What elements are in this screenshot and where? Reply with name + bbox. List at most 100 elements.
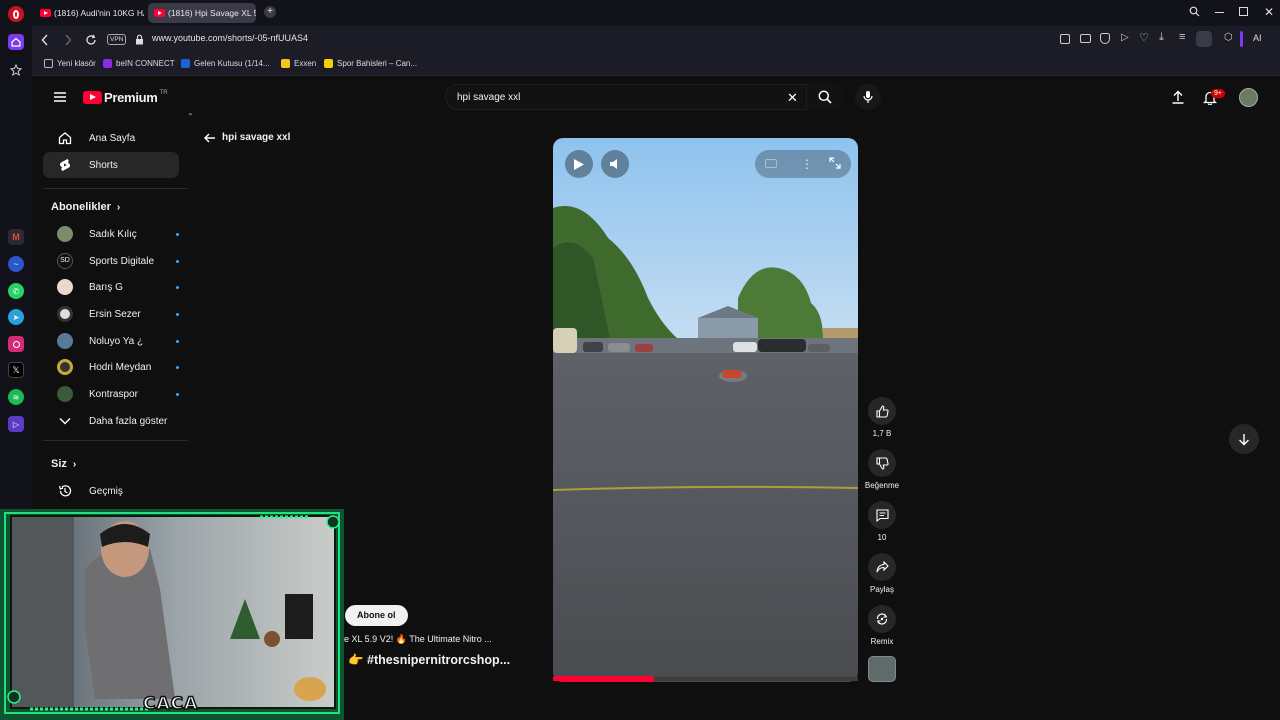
channel-avatar: SD [57,253,73,269]
logo-region: TR [159,89,168,96]
profile-icon[interactable] [1196,31,1212,47]
aria-ai-button[interactable]: AI [1253,33,1262,43]
new-tab-button[interactable]: + [264,6,276,18]
sidebar-item-history[interactable]: Geçmiş [43,478,179,504]
like-button[interactable]: 1,7 B [868,397,896,438]
upload-icon[interactable] [1171,90,1185,104]
sidebar-item-shorts[interactable]: Shorts [43,152,179,178]
shield-icon[interactable] [1100,33,1110,44]
minimize-icon[interactable] [1215,12,1224,13]
url-field[interactable]: www.youtube.com/shorts/-05-nfUUAS4 [152,33,308,43]
play-icon [574,158,584,170]
channel-avatar [57,226,73,242]
play-icon[interactable]: ▷ [1121,32,1129,43]
star-icon[interactable] [8,62,24,78]
shorts-video-player[interactable]: ⋮ [553,138,858,682]
bookmark-label: Gelen Kutusu (1/14... [194,59,270,68]
you-title: Siz [51,458,67,470]
channel-name: Sports Digitale [89,255,155,267]
sidebar-item-subscription[interactable]: Barış G [43,274,179,300]
sidebar-item-subscription[interactable]: Sadık Kılıç [43,221,179,247]
download-icon[interactable]: ⤓ [1159,31,1164,44]
edit-icon[interactable] [1060,34,1070,44]
search-input[interactable]: hpi savage xxl ✕ [445,84,807,110]
show-more-button[interactable]: Daha fazla göster [43,408,179,434]
search-button[interactable] [807,84,843,110]
easy-setup-icon[interactable]: ≡ [1179,31,1185,43]
channel-name: Hodri Meydan [89,361,152,373]
voice-search-button[interactable] [855,84,881,110]
heart-icon[interactable]: ♡ [1139,31,1149,44]
clear-search-icon[interactable]: ✕ [787,90,798,106]
whatsapp-icon[interactable]: ✆ [8,283,24,299]
you-header[interactable]: Siz › [51,458,76,470]
remix-button[interactable]: Remix [868,605,896,646]
share-button[interactable]: Paylaş [868,553,896,594]
bookmark-exxen[interactable]: Exxen [281,59,316,68]
mute-button[interactable] [601,150,629,178]
subscriptions-header[interactable]: Abonelikler › [51,201,120,213]
menu-icon[interactable] [54,92,66,102]
youtube-logo[interactable]: Premium TR [83,90,168,105]
search-tabs-icon[interactable] [1189,6,1200,17]
sidebar-item-subscription[interactable]: Kontraspor [43,381,179,407]
channel-avatar [57,386,73,402]
collapse-caret-icon[interactable]: ⌃ [187,112,194,121]
avatar[interactable] [1239,88,1258,107]
extensions-icon[interactable]: ⬡ [1224,32,1233,43]
maximize-icon[interactable] [1239,7,1248,16]
sidebar-item-subscription[interactable]: Hodri Meydan [43,354,179,380]
vpn-badge[interactable]: VPN [107,34,127,45]
captions-icon[interactable] [765,159,777,168]
subscribe-button[interactable]: Abone ol [345,605,408,626]
sidebar-item-home[interactable]: Ana Sayfa [43,125,179,151]
telegram-icon[interactable]: ➤ [8,309,24,325]
bookmark-gelen-kutusu[interactable]: Gelen Kutusu (1/14... [181,59,270,68]
new-content-dot [176,260,179,263]
channel-name: Sadık Kılıç [89,228,137,240]
next-short-button[interactable] [1229,424,1259,454]
webcam-overlay: CACA [0,509,344,720]
video-frame [553,138,858,682]
sidebar-item-subscription[interactable]: Ersin Sezer [43,301,179,327]
mail-icon [181,59,190,68]
sidebar-item-subscription[interactable]: Noluyo Ya ¿ [43,328,179,354]
lock-icon[interactable] [135,34,144,45]
bookmark-yeni-klasor[interactable]: Yeni klasör [44,59,96,68]
back-label: hpi savage xxl [222,132,291,143]
show-more-label: Daha fazla göster [89,415,168,427]
play-button[interactable] [565,150,593,178]
close-window-icon[interactable]: ✕ [1264,5,1274,19]
more-options-icon[interactable]: ⋮ [801,156,813,172]
spotify-icon[interactable]: ≋ [8,389,24,405]
back-to-results-button[interactable]: hpi savage xxl [204,132,290,143]
forward-icon[interactable] [64,34,72,46]
tab-hpi-savage[interactable]: (1816) Hpi Savage XL 5.9 [148,3,256,23]
dislike-label: Beğenme [864,481,900,490]
messenger-icon[interactable]: ~ [8,256,24,272]
x-icon[interactable]: 𝕏 [8,362,24,378]
player-icon[interactable]: ▷ [8,416,24,432]
short-title[interactable]: e XL 5.9 V2! 🔥 The Ultimate Nitro ... [344,634,544,645]
sidebar-item-subscription[interactable]: SD Sports Digitale [43,248,179,274]
dislike-button[interactable]: Beğenme [865,449,899,490]
sound-thumbnail[interactable] [868,656,896,682]
new-content-dot [176,393,179,396]
back-icon[interactable] [41,34,49,46]
home-icon[interactable] [8,34,24,50]
gmail-icon[interactable]: M [8,229,24,245]
fullscreen-icon[interactable] [829,157,841,169]
youtube-tab-icon [40,9,51,17]
opera-logo-icon[interactable] [8,6,24,22]
arrow-left-icon [204,133,215,142]
bookmark-spor-bahisleri[interactable]: Spor Bahisleri – Can... [324,59,417,68]
camera-icon[interactable] [1080,34,1091,43]
tab-audi[interactable]: (1816) Audi'nin 10KG HAF [34,3,144,23]
video-progress-bar[interactable] [553,677,858,681]
comments-button[interactable]: 10 [868,501,896,542]
short-hashtag[interactable]: 👉 #thesnipernitrorcshop... [348,653,548,668]
player-controls-group: ⋮ [755,150,851,178]
bookmark-bein[interactable]: beIN CONNECT [103,59,175,68]
instagram-icon[interactable] [8,336,24,352]
reload-icon[interactable] [85,34,97,46]
